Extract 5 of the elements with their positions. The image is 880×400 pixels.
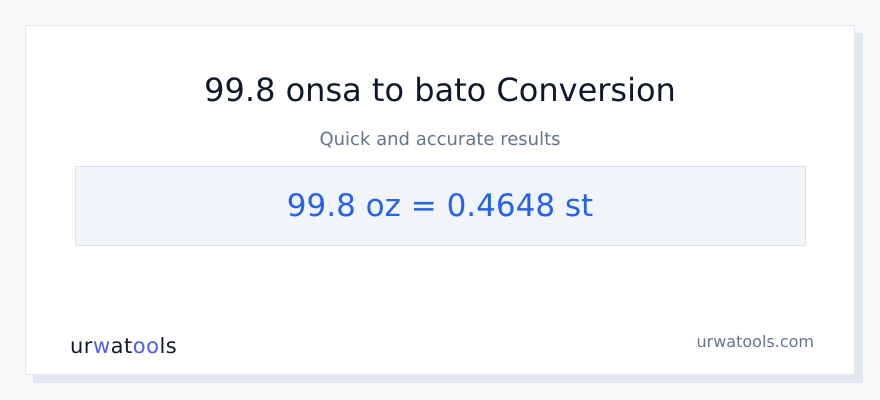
title: 99.8 onsa to bato Conversion <box>204 70 676 110</box>
logo: urwatools <box>70 333 178 360</box>
site-url: urwatools.com <box>696 331 814 353</box>
result-text: 99.8 oz = 0.4648 st <box>286 186 594 226</box>
subtitle: Quick and accurate results <box>319 128 561 152</box>
